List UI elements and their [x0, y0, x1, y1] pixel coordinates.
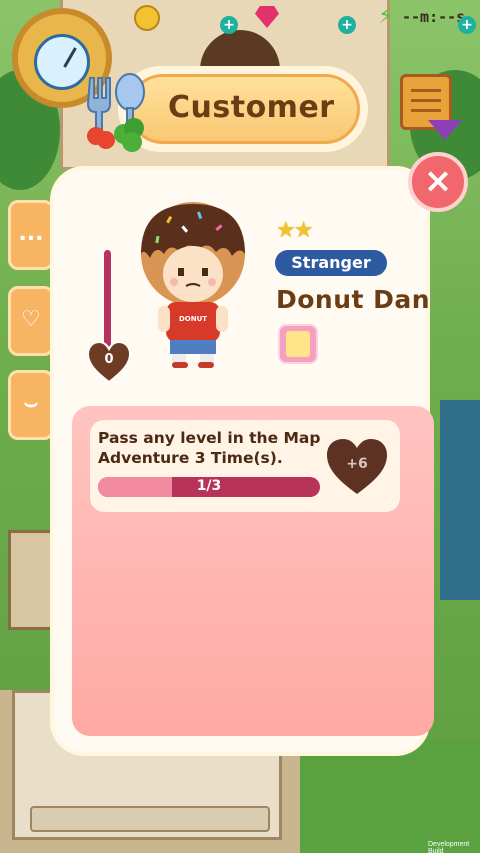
rank-badge: Stranger: [275, 250, 387, 276]
task-progress-label: 1/3: [196, 478, 222, 494]
close-button[interactable]: ×: [408, 152, 468, 212]
background-counter-bar: [30, 806, 270, 832]
reward-value: +6: [346, 456, 368, 472]
affection-meter-bar: [104, 250, 111, 350]
customer-portrait: DONUT: [141, 202, 245, 368]
side-button-wardrobe[interactable]: ⌣: [8, 370, 54, 440]
add-energy-button[interactable]: +: [458, 16, 476, 34]
document-icon: [286, 331, 310, 357]
coin-icon: [134, 5, 160, 31]
clock-hand: [63, 47, 77, 68]
book-line: [411, 109, 441, 112]
affection-value: 0: [104, 352, 114, 367]
food-utensils-icon: [86, 73, 145, 152]
side-button-favorites[interactable]: ♡: [8, 286, 54, 356]
background-grass: [280, 740, 480, 853]
energy-timer: --m:--s: [402, 8, 466, 26]
shirt-text: DONUT: [179, 315, 207, 323]
side-button-more[interactable]: ...: [8, 200, 54, 270]
book-line: [411, 89, 441, 92]
rank-stars: ★★: [276, 218, 313, 243]
dialog-title: Customer: [168, 90, 335, 125]
task-description: Pass any level in the Map Adventure 3 Ti…: [98, 429, 321, 467]
add-gems-button[interactable]: +: [338, 16, 356, 34]
background-bench: [8, 530, 58, 630]
profile-document-button[interactable]: [278, 324, 318, 364]
background-house: [440, 400, 480, 600]
book-line: [411, 99, 441, 102]
customer-name: Donut Dan: [276, 285, 431, 314]
add-coins-button[interactable]: +: [220, 16, 238, 34]
development-build-label: Development Build: [428, 841, 470, 853]
energy-icon: ⚡: [378, 4, 394, 29]
